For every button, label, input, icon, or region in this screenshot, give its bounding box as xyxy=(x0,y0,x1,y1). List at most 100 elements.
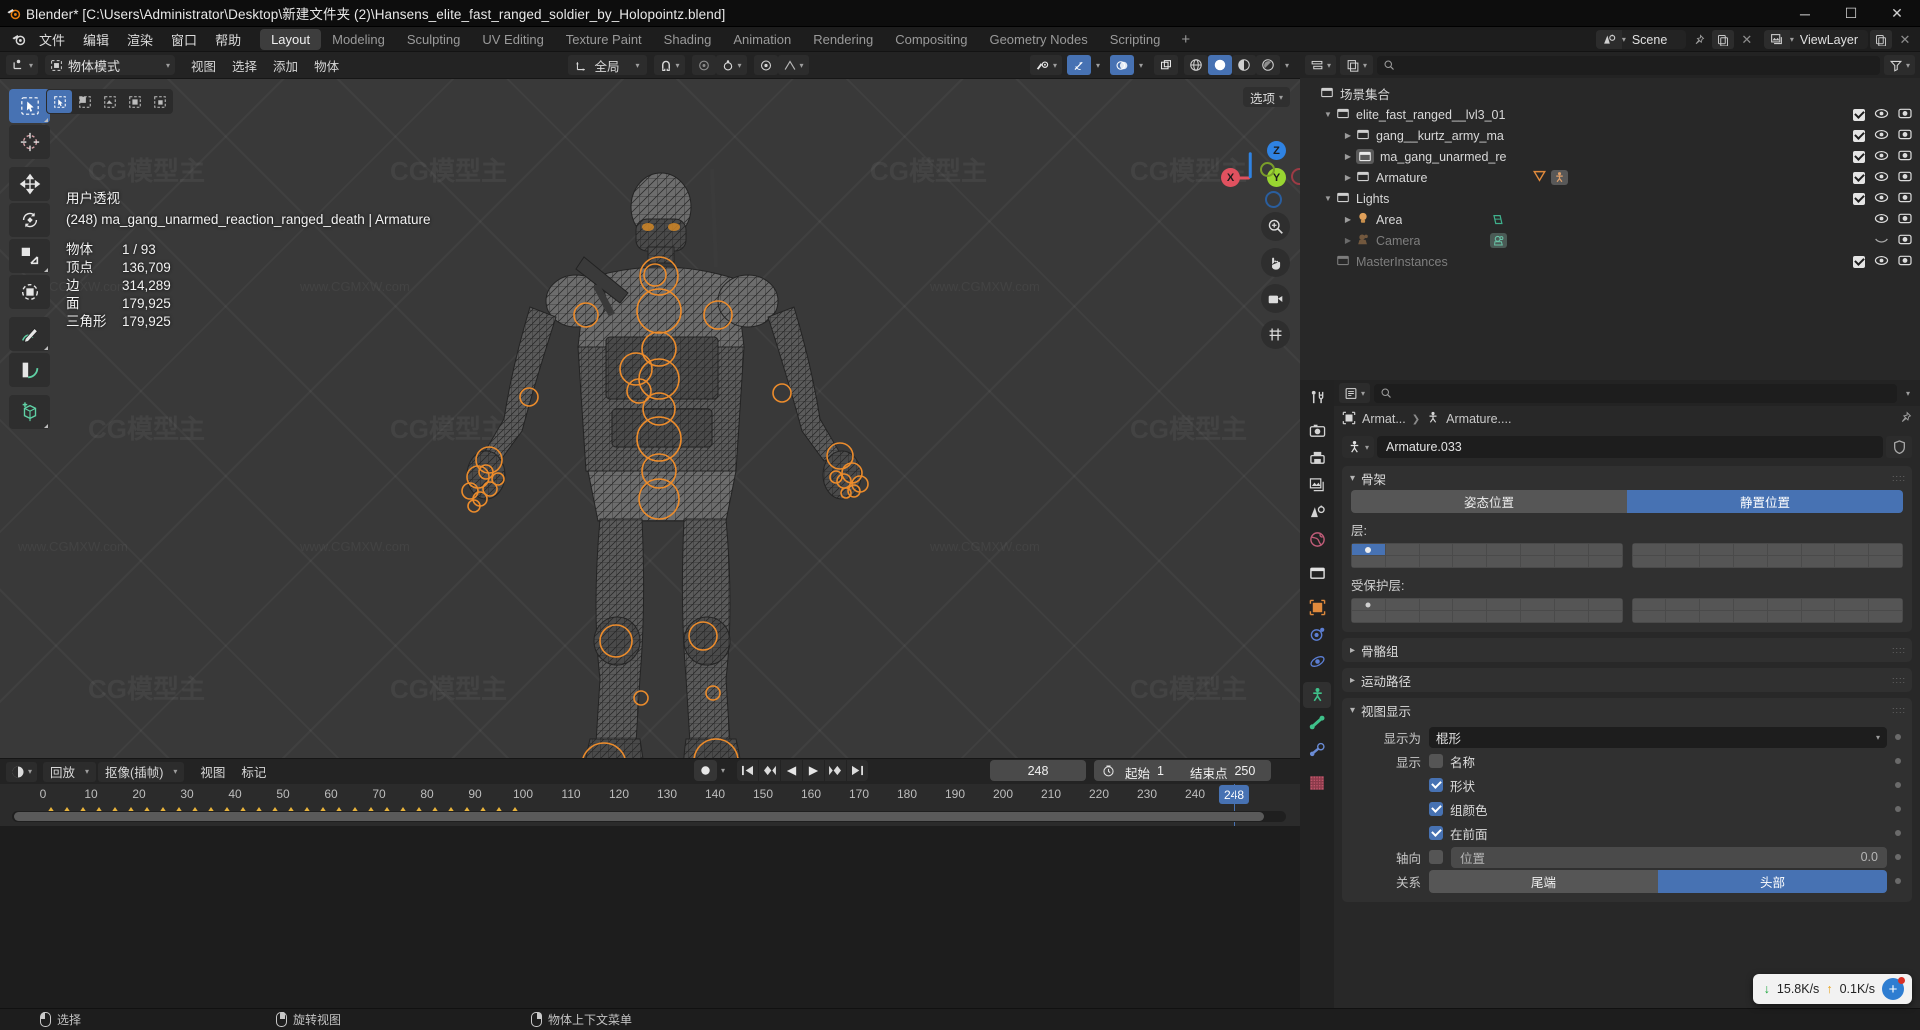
outliner-editor-type-button[interactable]: ▾ xyxy=(1305,55,1337,75)
show-group-colors-row[interactable]: 组颜色 xyxy=(1351,797,1903,821)
disclosure-closed-icon[interactable]: ▶ xyxy=(1340,236,1356,245)
add-workspace-button[interactable]: + xyxy=(1171,29,1200,50)
tab-world[interactable] xyxy=(1303,526,1331,552)
axes-row[interactable]: 轴向 位置 0.0 xyxy=(1351,845,1903,869)
properties-options-button[interactable]: ▾ xyxy=(1901,383,1915,403)
tool-add-cube[interactable] xyxy=(9,395,50,429)
visibility-selector[interactable]: ▾ xyxy=(1029,55,1062,75)
exclude-checkbox[interactable] xyxy=(1853,171,1865,184)
armature-datablock-row[interactable]: ▾ Armature.033 xyxy=(1342,436,1912,458)
outliner-row-armature[interactable]: ▶ Armature xyxy=(1300,167,1920,188)
proportional-falloff-button[interactable]: ▾ xyxy=(715,55,747,75)
relations-head-button[interactable]: 头部 xyxy=(1658,869,1887,893)
exclude-checkbox[interactable] xyxy=(1853,255,1865,268)
tab-modifiers[interactable] xyxy=(1303,621,1331,647)
tool-move[interactable] xyxy=(9,167,50,201)
box-select-icon[interactable] xyxy=(72,90,97,113)
animate-property-dot[interactable] xyxy=(1895,806,1901,812)
viewport-menu-view[interactable]: 视图 xyxy=(183,54,224,77)
position-mode-segment[interactable]: 姿态位置 静置位置 xyxy=(1351,490,1903,513)
select-mode-toggles[interactable] xyxy=(46,89,173,114)
show-in-front-checkbox[interactable] xyxy=(1429,826,1443,840)
menu-help[interactable]: 帮助 xyxy=(206,28,250,51)
panel-motion-paths[interactable]: ▸ 运动路径 :::: xyxy=(1342,668,1912,692)
protected-group-right[interactable] xyxy=(1631,598,1903,623)
tab-tool[interactable] xyxy=(1303,384,1331,410)
tool-scale[interactable] xyxy=(9,239,50,273)
outliner-row[interactable]: ▶ gang__kurtz_army_ma xyxy=(1300,125,1920,146)
show-in-front-checkbox-row[interactable]: 在前面 xyxy=(1429,824,1887,843)
display-as-dropdown[interactable]: 棍形 ▾ xyxy=(1429,726,1887,748)
hide-in-viewport-icon[interactable] xyxy=(1874,255,1889,269)
pin-properties-icon[interactable] xyxy=(1899,411,1912,427)
show-in-front-row[interactable]: 在前面 xyxy=(1351,821,1903,845)
outliner-editor[interactable]: ▾ ▾ ▾ 场景集合 ▼ elite_fast_ranged__lvl3_01 … xyxy=(1300,52,1920,380)
show-shapes-checkbox[interactable] xyxy=(1429,778,1443,792)
hide-in-viewport-icon[interactable] xyxy=(1874,213,1889,227)
axes-position-field[interactable]: 位置 0.0 xyxy=(1451,846,1887,868)
properties-editor-type-button[interactable]: ▾ xyxy=(1339,383,1371,403)
show-names-checkbox[interactable] xyxy=(1429,754,1443,768)
disable-in-renders-icon[interactable] xyxy=(1898,233,1912,248)
jump-to-next-keyframe-button[interactable] xyxy=(825,760,847,781)
outliner-row-toggles[interactable] xyxy=(1853,254,1912,269)
gizmo-axis-x[interactable]: X xyxy=(1221,168,1240,187)
tab-render[interactable] xyxy=(1303,418,1331,444)
outliner-row-masterinstances[interactable]: MasterInstances xyxy=(1300,251,1920,272)
new-scene-button[interactable] xyxy=(1711,30,1734,49)
outliner-row-toggles[interactable] xyxy=(1853,107,1912,122)
disable-in-renders-icon[interactable] xyxy=(1898,149,1912,164)
auto-keyframe-toggle[interactable] xyxy=(694,760,717,781)
hide-in-viewport-icon[interactable] xyxy=(1874,192,1889,206)
tab-uv-editing[interactable]: UV Editing xyxy=(471,29,554,50)
outliner-row-area-light[interactable]: ▶ Area xyxy=(1300,209,1920,230)
navigation-gizmo[interactable]: X Y Z xyxy=(1210,125,1300,208)
tab-view-layer[interactable] xyxy=(1303,472,1331,498)
maximize-button[interactable]: ☐ xyxy=(1828,0,1874,27)
current-frame-field[interactable]: 248 xyxy=(990,760,1086,781)
datablock-type-selector[interactable]: ▾ xyxy=(1342,436,1375,458)
relations-row[interactable]: 关系 尾端 头部 xyxy=(1351,869,1903,893)
exclude-checkbox[interactable] xyxy=(1853,150,1865,163)
disclosure-open-icon[interactable]: ▼ xyxy=(1320,110,1336,119)
tab-bone[interactable] xyxy=(1303,709,1331,735)
layers-group-left[interactable] xyxy=(1351,543,1623,568)
tab-object-data-armature[interactable] xyxy=(1303,682,1331,708)
properties-body[interactable]: ▾ ▾ Armat... ❯ Armature.... ▾ Armature.0… xyxy=(1334,380,1920,1008)
overlays-options-button[interactable]: ▾ xyxy=(1134,55,1148,75)
properties-editor[interactable]: ▾ ▾ Armat... ❯ Armature.... ▾ Armature.0… xyxy=(1300,380,1920,1008)
show-group-colors-checkbox-row[interactable]: 组颜色 xyxy=(1429,800,1887,819)
timeline-ruler[interactable]: 0 10 20 30 40 50 60 70 80 90 100 110 120… xyxy=(0,784,1300,807)
panel-viewport-display[interactable]: ▾ 视图显示 :::: 显示为 棍形 ▾ 显示 名称 形状 组颜色 在前面 轴向… xyxy=(1342,698,1912,902)
keying-menu-button[interactable]: 抠像(插帧) ▾ xyxy=(98,761,185,782)
jump-to-end-button[interactable] xyxy=(847,760,869,781)
pan-view-button[interactable] xyxy=(1261,248,1290,277)
tab-object[interactable] xyxy=(1303,594,1331,620)
armature-icon[interactable] xyxy=(1551,170,1568,185)
tab-geometry-nodes[interactable]: Geometry Nodes xyxy=(978,29,1098,50)
animate-property-dot[interactable] xyxy=(1895,854,1901,860)
tab-compositing[interactable]: Compositing xyxy=(884,29,978,50)
protected-layers[interactable] xyxy=(1351,598,1903,623)
3d-viewport[interactable]: CG模型主 CG模型主 CG模型主 CG模型主 CG模型主 CG模型主 CG模型… xyxy=(0,79,1300,758)
tool-cursor[interactable] xyxy=(9,125,50,159)
outliner-search-input[interactable] xyxy=(1377,55,1880,75)
shading-solid-button[interactable] xyxy=(1207,55,1232,75)
menu-window[interactable]: 窗口 xyxy=(162,28,206,51)
hide-in-viewport-icon[interactable] xyxy=(1874,171,1889,185)
animate-property-dot[interactable] xyxy=(1895,734,1901,740)
show-shapes-checkbox-row[interactable]: 形状 xyxy=(1429,776,1887,795)
exclude-checkbox[interactable] xyxy=(1853,129,1865,142)
new-viewlayer-button[interactable] xyxy=(1870,30,1892,49)
animate-property-dot[interactable] xyxy=(1895,782,1901,788)
breadcrumb-data-label[interactable]: Armature.... xyxy=(1446,412,1511,426)
menu-edit[interactable]: 编辑 xyxy=(74,28,118,51)
modifier-icon[interactable] xyxy=(1532,169,1547,186)
frame-range-fields[interactable]: 起始 1 结束点 250 xyxy=(1094,760,1272,781)
start-frame-value[interactable]: 1 xyxy=(1157,764,1180,778)
axes-checkbox[interactable] xyxy=(1429,850,1443,864)
scene-selector[interactable]: ▾ Scene xyxy=(1595,30,1686,49)
tab-animation[interactable]: Animation xyxy=(722,29,802,50)
tab-layout[interactable]: Layout xyxy=(260,28,322,50)
playback-controls[interactable]: ▾ xyxy=(694,760,869,781)
